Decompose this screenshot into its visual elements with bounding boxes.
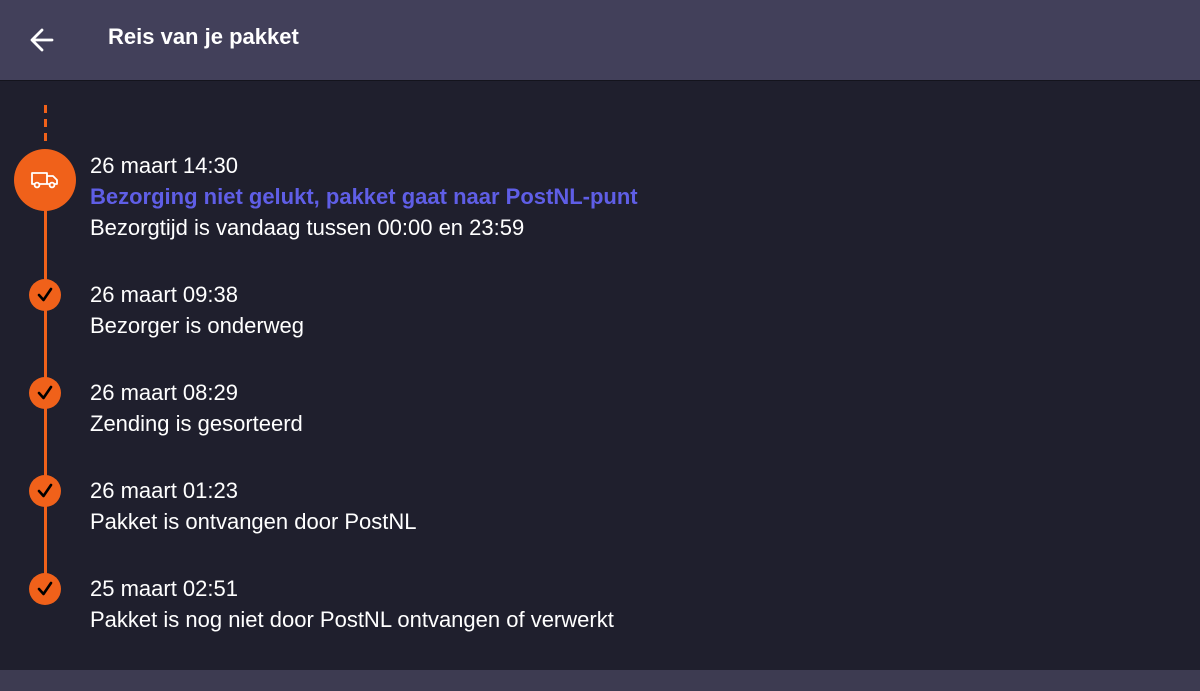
event-status: Pakket is nog niet door PostNL ontvangen… — [90, 607, 614, 632]
event-status-link[interactable]: Bezorging niet gelukt, pakket gaat naar … — [90, 181, 638, 212]
event-datetime: 26 maart 09:38 — [90, 282, 238, 307]
event-detail: Bezorgtijd is vandaag tussen 00:00 en 23… — [90, 215, 525, 240]
timeline-node-done — [29, 279, 61, 311]
timeline-event: 26 maart 14:30 Bezorging niet gelukt, pa… — [90, 150, 638, 243]
arrow-left-icon — [30, 28, 54, 52]
timeline-event: 26 maart 01:23 Pakket is ontvangen door … — [90, 475, 417, 537]
checkmark-icon — [37, 287, 53, 302]
back-button[interactable] — [20, 20, 64, 60]
delivery-van-icon — [31, 172, 58, 189]
timeline-node-done — [29, 377, 61, 409]
event-status: Zending is gesorteerd — [90, 411, 303, 436]
checkmark-icon — [37, 385, 53, 400]
event-datetime: 26 maart 14:30 — [90, 153, 238, 178]
timeline-node-current — [14, 149, 76, 211]
event-status: Bezorger is onderweg — [90, 313, 305, 338]
timeline-dashed-connector — [44, 105, 47, 147]
event-datetime: 26 maart 01:23 — [90, 478, 238, 503]
timeline-node-done — [29, 475, 61, 507]
timeline-event: 26 maart 08:29 Zending is gesorteerd — [90, 377, 303, 439]
checkmark-icon — [37, 483, 53, 498]
timeline-node-done — [29, 573, 61, 605]
event-datetime: 26 maart 08:29 — [90, 380, 238, 405]
timeline-event: 25 maart 02:51 Pakket is nog niet door P… — [90, 573, 614, 635]
bottom-bar — [0, 670, 1200, 691]
checkmark-icon — [37, 581, 53, 596]
event-status: Pakket is ontvangen door PostNL — [90, 509, 417, 534]
event-datetime: 25 maart 02:51 — [90, 576, 238, 601]
app-header: Reis van je pakket — [0, 0, 1200, 80]
timeline-event: 26 maart 09:38 Bezorger is onderweg — [90, 279, 304, 341]
page-title: Reis van je pakket — [108, 24, 299, 49]
